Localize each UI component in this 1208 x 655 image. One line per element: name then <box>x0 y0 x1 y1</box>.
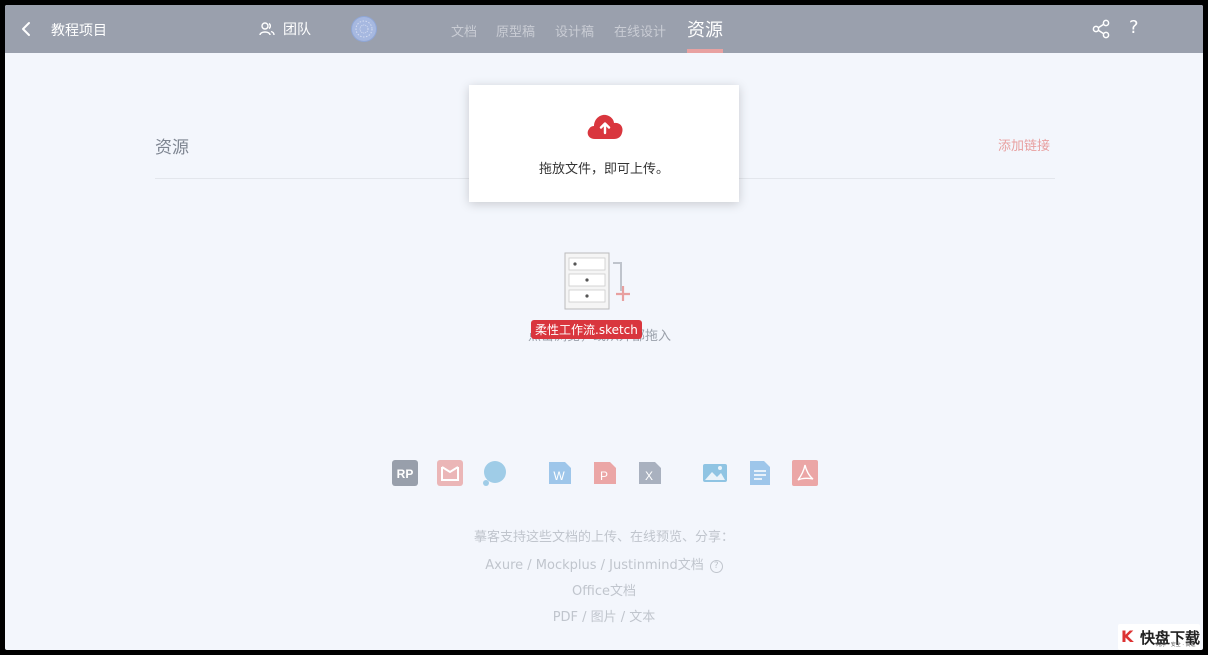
drop-upload-text: 拖放文件，即可上传。 <box>538 162 669 177</box>
mockplus-icon <box>437 460 463 486</box>
excel-icon-label: X <box>645 469 653 483</box>
rp-icon-label: RP <box>397 467 414 481</box>
powerpoint-icon-label: P <box>600 469 608 483</box>
tab-design-drafts[interactable]: 设计稿 <box>555 21 594 40</box>
support-office-line: Office文档 <box>572 584 636 599</box>
avatar[interactable] <box>351 16 377 42</box>
cloud-upload-icon <box>587 114 623 139</box>
support-prototype-text: Axure / Mockplus / Justinmind文档 <box>485 558 704 573</box>
tab-prototypes[interactable]: 原型稿 <box>496 21 535 40</box>
team-icon <box>259 22 275 36</box>
watermark-sub: 纯净 · 安全 · 高速 <box>1156 642 1196 648</box>
info-icon[interactable]: ? <box>709 560 723 573</box>
justinmind-icon <box>483 461 506 486</box>
word-icon: W <box>549 462 571 484</box>
tab-online-design[interactable]: 在线设计 <box>614 21 666 40</box>
excel-icon: X <box>639 462 661 484</box>
project-title[interactable]: 教程项目 <box>51 20 107 40</box>
rp-icon: RP <box>392 460 418 486</box>
dragged-file-icon <box>564 252 630 310</box>
share-icon[interactable] <box>1090 18 1112 40</box>
support-prototype-line: Axure / Mockplus / Justinmind文档? <box>5 554 1203 573</box>
drop-upload-popup[interactable]: 拖放文件，即可上传。 <box>469 85 739 202</box>
add-link-button[interactable]: 添加链接 <box>998 135 1050 154</box>
text-file-icon <box>750 461 770 485</box>
team-label: 团队 <box>283 22 311 38</box>
active-tab-indicator <box>687 49 723 53</box>
section-title: 资源 <box>155 138 189 158</box>
support-intro: 摹客支持这些文档的上传、在线预览、分享： <box>473 530 734 545</box>
watermark-logo: K 快盘下载 纯净 · 安全 · 高速 <box>1118 624 1200 650</box>
pdf-icon <box>792 460 818 486</box>
help-button[interactable]: ? <box>1129 17 1139 38</box>
back-arrow-icon[interactable] <box>15 17 39 41</box>
support-pdf-line: PDF / 图片 / 文本 <box>552 610 656 625</box>
image-icon <box>703 464 727 482</box>
team-button[interactable]: 团队 <box>259 19 311 39</box>
powerpoint-icon: P <box>594 462 616 484</box>
top-bar: 教程项目 团队 文档 原型稿 设计稿 在线设计 资源 ? <box>5 5 1203 53</box>
app-window: 教程项目 团队 文档 原型稿 设计稿 在线设计 资源 ? 资源 添加链接 拖放文… <box>5 5 1203 650</box>
word-icon-label: W <box>553 469 565 483</box>
tab-docs[interactable]: 文档 <box>451 21 477 40</box>
watermark-k: K <box>1121 627 1134 646</box>
avatar-pattern-icon <box>352 17 376 41</box>
dragged-file-name: 柔性工作流.sketch <box>531 320 642 339</box>
tab-resources[interactable]: 资源 <box>687 16 723 42</box>
